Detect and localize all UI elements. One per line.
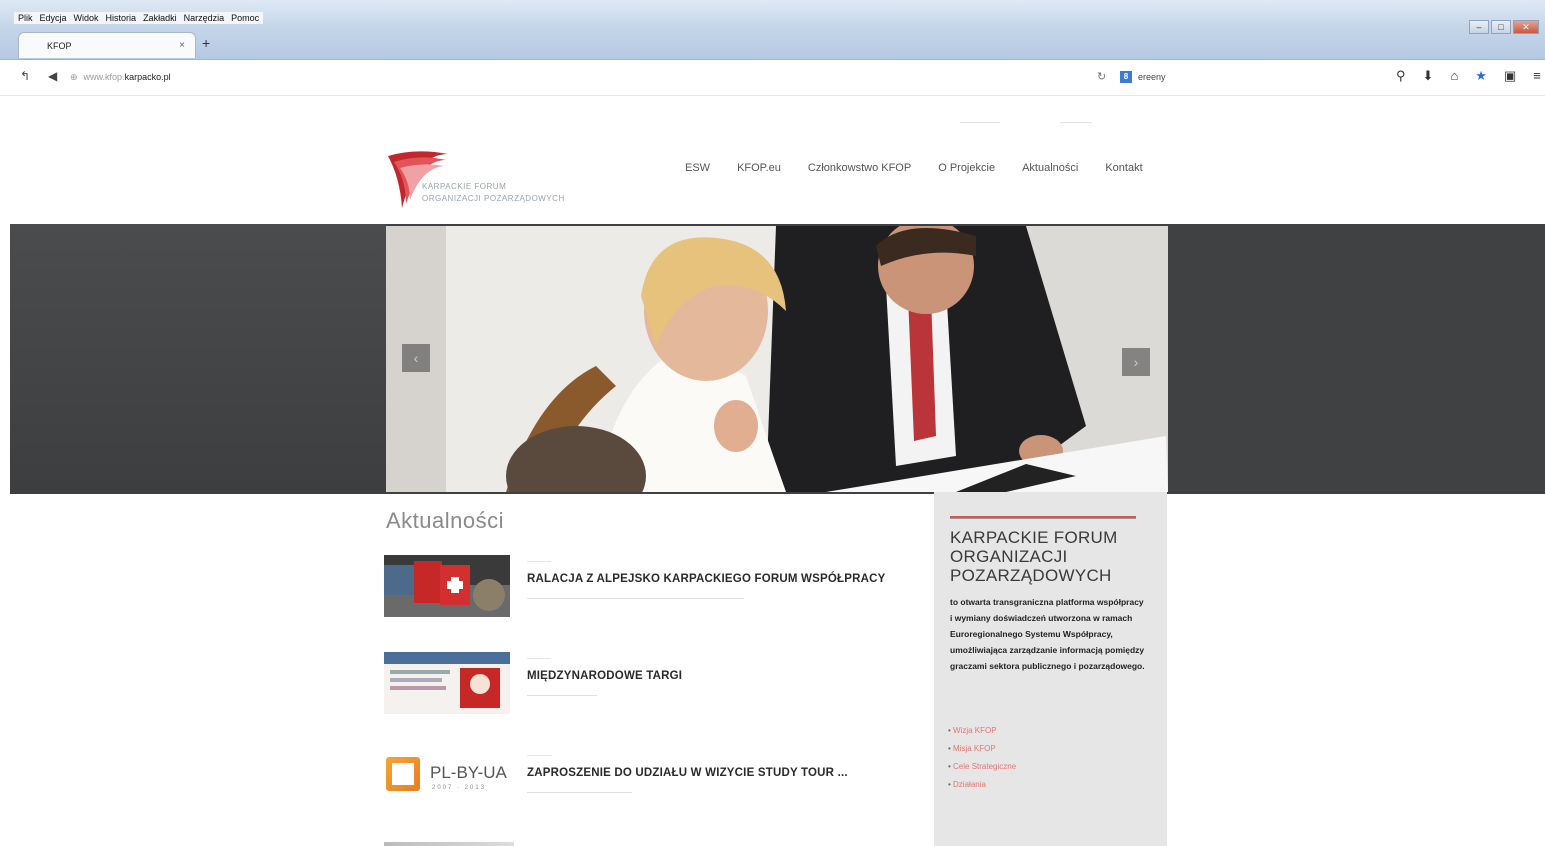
- sidebar-link-goals[interactable]: Cele Strategiczne: [948, 758, 1016, 776]
- slider-prev-button[interactable]: ‹: [402, 344, 430, 372]
- site-logo[interactable]: KARPACKIE FORUM ORGANIZACJI POZARZĄDOWYC…: [386, 148, 626, 210]
- news-date: ————: [527, 753, 551, 759]
- news-excerpt: ———————————————————————————————: [527, 595, 744, 602]
- news-title[interactable]: MIĘDZYNARODOWE TARGI: [527, 670, 682, 682]
- tab-title: KFOP: [47, 40, 72, 51]
- nav-item-kfop[interactable]: KFOP.eu: [737, 162, 781, 174]
- nav-item-contact[interactable]: Kontakt: [1105, 162, 1142, 174]
- main-navigation: ESW KFOP.eu Członkowstwo KFOP O Projekci…: [685, 162, 1170, 174]
- sidebar-link-mission[interactable]: Misja KFOP: [948, 740, 1016, 758]
- sidebar-accent-rule: [950, 516, 1136, 519]
- bookmark-star-icon[interactable]: ★: [1475, 68, 1487, 84]
- news-section-title: Aktualności: [386, 508, 505, 533]
- url-prefix: www.kfop.: [83, 72, 125, 82]
- browser-titlebar: Plik Edycja Widok Historia Zakładki Narz…: [0, 0, 1545, 60]
- menu-help[interactable]: Pomoc: [231, 13, 259, 23]
- news-title[interactable]: RALACJA Z ALPEJSKO KARPACKIEGO FORUM WSP…: [527, 573, 885, 585]
- sidebar-links: Wizja KFOP Misja KFOP Cele Strategiczne …: [948, 722, 1016, 794]
- menu-history[interactable]: Historia: [106, 13, 137, 23]
- news-date: ————: [527, 656, 551, 662]
- top-link[interactable]: ————: [1060, 118, 1092, 127]
- news-thumbnail[interactable]: PL-BY-UA 2007 · 2013: [384, 749, 510, 811]
- nav-item-membership[interactable]: Członkowstwo KFOP: [808, 162, 911, 174]
- nav-item-about-project[interactable]: O Projekcie: [938, 162, 995, 174]
- nav-item-esw[interactable]: ESW: [685, 162, 710, 174]
- hero-slide-image: ‹ ›: [386, 226, 1168, 492]
- news-item[interactable]: ———— MIĘDZYNARODOWE TARGI ——————————: [384, 652, 884, 716]
- close-window-button[interactable]: ✕: [1513, 20, 1539, 34]
- search-icon[interactable]: ⚲: [1396, 68, 1406, 84]
- business-meeting-photo: [386, 226, 1168, 492]
- menu-file[interactable]: Plik: [18, 13, 33, 23]
- logo-text-line2: ORGANIZACJI POZARZĄDOWYCH: [422, 194, 565, 203]
- sidebar-link-vision[interactable]: Wizja KFOP: [948, 722, 1016, 740]
- reload-icon[interactable]: ↻: [1097, 70, 1106, 83]
- menu-tools[interactable]: Narzędzia: [184, 13, 225, 23]
- download-icon[interactable]: ⬇: [1423, 68, 1434, 84]
- minimize-button[interactable]: –: [1469, 20, 1489, 34]
- back-icon[interactable]: ◀: [48, 69, 57, 83]
- tab-close-icon[interactable]: ×: [179, 40, 185, 51]
- hero-band-left: [10, 224, 386, 494]
- news-thumbnail[interactable]: [384, 652, 510, 714]
- program-logo-years: 2007 · 2013: [432, 785, 487, 791]
- program-logo-square: [392, 763, 414, 785]
- sidebar-description: to otwarta transgraniczna platforma wspó…: [950, 597, 1145, 671]
- top-link[interactable]: —————: [960, 118, 1000, 127]
- slider-next-button[interactable]: ›: [1122, 348, 1150, 376]
- top-links: ————— ————: [960, 118, 1092, 127]
- address-bar[interactable]: ⊕ www.kfop. karpacko.pl: [70, 68, 1110, 86]
- flags-photo: [384, 555, 510, 617]
- site-info-icon[interactable]: ⊕: [70, 72, 78, 83]
- search-engine-icon[interactable]: 8: [1120, 71, 1132, 83]
- logo-text-line1: KARPACKIE FORUM: [422, 182, 507, 191]
- program-logo-text: PL-BY-UA: [430, 763, 507, 782]
- fair-poster-photo: [384, 652, 510, 714]
- menu-icon[interactable]: ≡: [1533, 68, 1541, 84]
- browser-navbar: ↰ ◀ ⊕ www.kfop. karpacko.pl ↻ 8 ereeny ⚲…: [0, 60, 1545, 96]
- new-tab-button[interactable]: +: [202, 35, 210, 51]
- menu-view[interactable]: Widok: [74, 13, 99, 23]
- news-thumbnail[interactable]: [384, 555, 510, 617]
- window-controls: – □ ✕: [1469, 20, 1539, 34]
- news-excerpt: ——————————: [527, 692, 597, 699]
- about-sidebar: KARPACKIE FORUM ORGANIZACJI POZARZĄDOWYC…: [934, 492, 1167, 846]
- news-title[interactable]: ZAPROSZENIE DO UDZIAŁU W WIZYCIE STUDY T…: [527, 767, 848, 779]
- history-icon[interactable]: ↰: [20, 69, 30, 83]
- maximize-button[interactable]: □: [1491, 20, 1511, 34]
- menu-bookmarks[interactable]: Zakładki: [143, 13, 177, 23]
- news-date: ————: [527, 559, 551, 565]
- browser-tab-active[interactable]: KFOP ×: [18, 32, 196, 58]
- search-box[interactable]: 8 ereeny: [1120, 68, 1370, 86]
- sidebar-link-activities[interactable]: Działania: [948, 776, 1016, 794]
- next-news-item-partial: [384, 842, 514, 846]
- browser-toolbar: ⚲ ⬇ ⌂ ★ ▣ ≡: [1396, 68, 1541, 84]
- nav-item-news[interactable]: Aktualności: [1022, 162, 1078, 174]
- bookmarks-icon[interactable]: ▣: [1504, 68, 1516, 84]
- sidebar-heading: KARPACKIE FORUM ORGANIZACJI POZARZĄDOWYC…: [950, 528, 1118, 585]
- url-text: karpacko.pl: [124, 72, 171, 82]
- menu-edit[interactable]: Edycja: [40, 13, 67, 23]
- news-item[interactable]: PL-BY-UA 2007 · 2013 ———— ZAPROSZENIE DO…: [384, 749, 884, 813]
- home-icon[interactable]: ⌂: [1450, 68, 1458, 84]
- news-excerpt: ———————————————: [527, 789, 632, 796]
- news-item[interactable]: ———— RALACJA Z ALPEJSKO KARPACKIEGO FORU…: [384, 555, 885, 619]
- menu-bar: Plik Edycja Widok Historia Zakładki Narz…: [14, 12, 264, 24]
- search-input[interactable]: ereeny: [1138, 72, 1166, 82]
